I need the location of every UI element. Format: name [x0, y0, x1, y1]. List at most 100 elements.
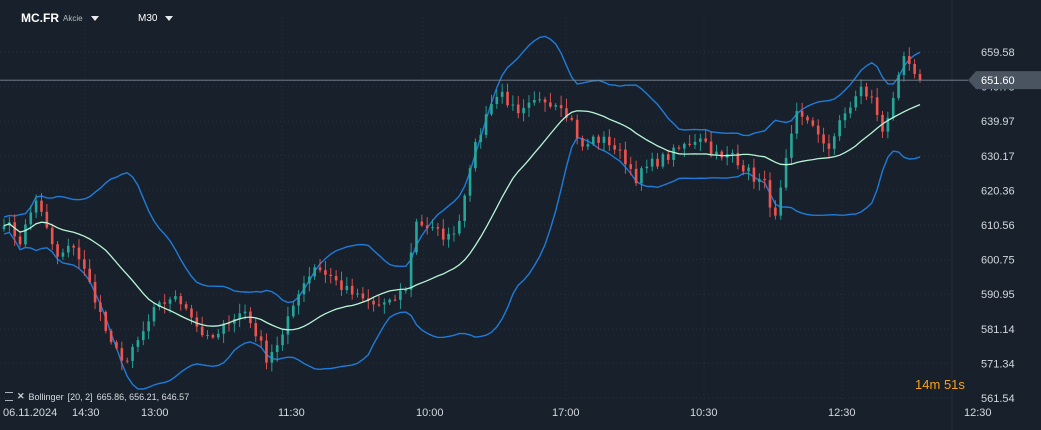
candle-body — [184, 304, 188, 309]
countdown-seconds-unit: s — [958, 377, 965, 392]
candle-body — [216, 333, 220, 338]
candle-body — [200, 326, 204, 336]
candle-body — [672, 147, 675, 160]
candle-body — [902, 56, 906, 75]
current-price-label: 651.60 — [981, 75, 1015, 87]
candle-body — [586, 144, 590, 147]
candle-body — [741, 165, 745, 172]
candle-body — [752, 167, 756, 182]
y-tick-label: 620.36 — [981, 185, 1015, 197]
candle-body — [120, 348, 124, 361]
x-tick-label: 06.11.2024 — [3, 407, 57, 419]
candle-body — [291, 305, 295, 317]
candle-body — [356, 293, 359, 295]
candle-body — [2, 225, 6, 230]
candle-body — [907, 56, 911, 64]
indicator-legend: ✕ Bollinger [20, 2] 665.86, 656.21, 646.… — [5, 391, 189, 402]
candle-body — [913, 63, 916, 75]
candle-body — [774, 207, 777, 216]
candle-body — [131, 346, 134, 361]
candle-body — [152, 307, 156, 322]
candle-body — [179, 296, 183, 305]
candle-body — [640, 168, 643, 184]
candle-body — [340, 280, 343, 290]
candle-body — [404, 289, 408, 291]
candle-body — [683, 143, 686, 149]
candle-body — [334, 276, 338, 281]
candle-body — [174, 296, 177, 300]
candle-body — [297, 294, 300, 306]
candle-body — [731, 152, 734, 154]
candle-body — [533, 100, 536, 103]
y-tick-label: 659.58 — [981, 47, 1015, 59]
instrument-type-label: Akcie — [63, 13, 83, 23]
candle-body — [24, 224, 27, 245]
candle-body — [393, 299, 397, 301]
x-tick-label: 17:00 — [552, 407, 580, 419]
candle-body — [661, 154, 665, 167]
candle-body — [832, 136, 836, 149]
settings-lines-icon[interactable] — [5, 392, 13, 401]
countdown-seconds: 51 — [943, 377, 959, 392]
close-icon[interactable]: ✕ — [17, 391, 25, 402]
timeframe-selector[interactable]: M30 — [138, 13, 174, 24]
candle-body — [447, 233, 450, 240]
candle-body — [425, 225, 429, 229]
candle-body — [811, 120, 815, 126]
y-tick-label: 600.75 — [981, 255, 1015, 267]
price-chart[interactable]: 659.58649.78639.97630.17620.36610.56600.… — [0, 0, 1041, 430]
candle-body — [458, 220, 461, 234]
bollinger-lower-line — [3, 136, 921, 390]
candle-body — [302, 283, 306, 295]
candle-body — [570, 117, 574, 120]
candle-body — [859, 86, 863, 97]
symbol-label: MC.FR — [21, 11, 59, 25]
candle-body — [784, 157, 788, 188]
candle-body — [270, 352, 274, 363]
candle-body — [768, 180, 772, 208]
candle-body — [474, 141, 477, 169]
candle-body — [45, 211, 49, 228]
candle-body — [704, 138, 708, 142]
candle-body — [656, 158, 659, 167]
candle-body — [243, 311, 247, 314]
candle-body — [452, 233, 456, 235]
x-tick-label: 10:00 — [416, 407, 444, 419]
candle-body — [715, 151, 718, 155]
candle-body — [666, 154, 670, 160]
candle-body — [324, 270, 327, 275]
candle-body — [484, 114, 488, 135]
x-tick-label: 12:30 — [964, 407, 992, 419]
candle-body — [800, 111, 804, 117]
candle-body — [281, 334, 284, 346]
candle-body — [757, 178, 761, 182]
candle-body — [618, 149, 622, 151]
candle-body — [645, 166, 649, 169]
candle-body — [511, 104, 515, 106]
candle-body — [93, 282, 97, 303]
y-tick-label: 571.34 — [981, 358, 1015, 370]
candle-body — [559, 105, 563, 109]
y-tick-label: 561.54 — [981, 393, 1015, 405]
candle-body — [629, 164, 633, 169]
candle-body — [720, 151, 724, 158]
candle-body — [136, 340, 140, 347]
candle-body — [318, 267, 322, 271]
candle-body — [843, 113, 847, 121]
candle-body — [431, 227, 434, 229]
symbol-selector[interactable]: MC.FR Akcie — [21, 11, 99, 25]
candle-body — [527, 102, 531, 108]
candle-body — [436, 227, 440, 229]
candle-body — [870, 96, 874, 98]
candle-body — [99, 302, 102, 312]
candle-body — [109, 330, 113, 343]
candle-body — [581, 138, 584, 147]
y-tick-label: 610.56 — [981, 220, 1015, 232]
candle-body — [650, 158, 654, 167]
x-tick-label: 14:30 — [72, 407, 100, 419]
candle-body — [516, 104, 520, 114]
candle-body — [61, 252, 65, 257]
countdown-minutes: 14 — [915, 377, 930, 392]
candle-body — [147, 321, 150, 332]
candle-body — [554, 105, 558, 107]
